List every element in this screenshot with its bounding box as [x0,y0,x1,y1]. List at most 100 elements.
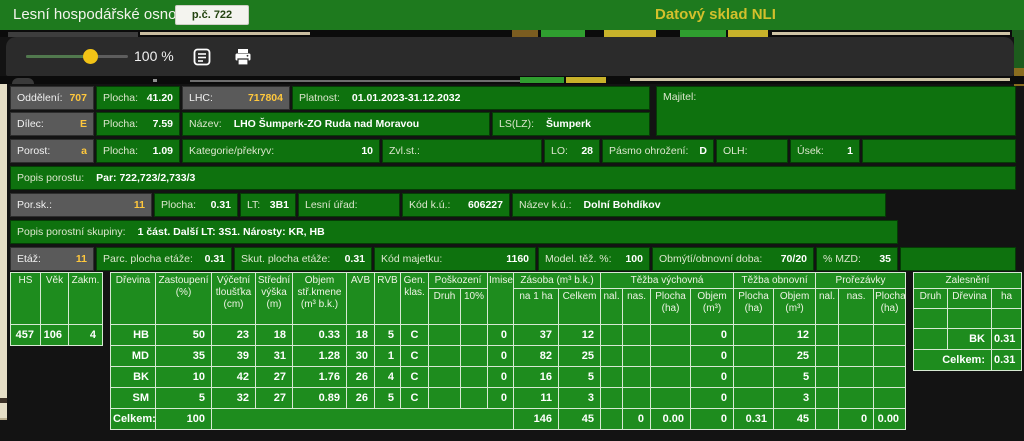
field-label: LHC: [189,92,213,104]
cell-empty [914,309,948,329]
cell [816,346,839,367]
field-label: Plocha: [103,118,138,130]
cell: 0 [488,325,514,346]
field-value: 35 [879,253,891,265]
field-value: 28 [581,145,593,157]
field-label: OLH: [723,145,748,157]
cell: 0.00 [651,409,691,430]
col-header-plocha: Plocha (ha) [734,289,774,325]
cell: 45 [559,409,601,430]
field-label: Obmýtí/obnovní doba: [659,253,762,265]
map-fragment [153,79,157,82]
map-fragment [772,32,1010,35]
cell [839,388,874,409]
field-lhc: LHC: 717804 [182,86,290,110]
plot-number-button[interactable]: p.č. 722 [175,5,249,25]
cell-empty [992,309,1022,329]
field-value: E [80,118,87,130]
zoom-slider-handle[interactable] [83,49,98,64]
map-fragment [0,398,7,403]
field-label: Kategorie/překryv: [189,145,274,157]
notes-button[interactable] [191,46,213,68]
field-label: Název: [189,118,222,130]
col-header-objem-m3: Objem (m³) [691,289,734,325]
group-header-tezba-vychovna: Těžba výchovná [601,273,734,289]
col-header-nal: nal. [816,289,839,325]
cell: 146 [514,409,559,430]
field-label: Plocha: [103,92,138,104]
field-value: 1160 [506,253,529,265]
field-label: LO: [551,145,568,157]
cell [816,409,839,430]
print-button[interactable] [232,46,254,68]
col-header-gen: Gen. klas. [401,273,429,325]
cell: 0 [691,367,734,388]
field-pasmo-ohrozeni: Pásmo ohrožení: D [602,139,714,163]
map-sliver-top [0,30,1024,37]
group-header-tezba-obnovni: Těžba obnovní [734,273,816,289]
col-header-na1ha: na 1 ha [514,289,559,325]
zoom-slider-fill [26,55,90,58]
col-header-nas: nas. [623,289,651,325]
cell [734,367,774,388]
field-nazev: Název: LHO Šumperk-ZO Ruda nad Moravou [182,112,490,136]
cell: 5 [559,367,601,388]
field-value: 7.59 [153,118,173,130]
map-fragment [12,78,34,84]
cell: 0 [691,325,734,346]
cell [874,388,906,409]
cell-hs: 457 [11,325,41,346]
field-model-tez: Model. těž. %: 100 [538,247,650,271]
field-parc-plocha-etaze: Parc. plocha etáže: 0.31 [96,247,232,271]
field-label: Model. těž. %: [545,253,612,265]
field-empty [900,247,1016,271]
app-header: Lesní hospodářské osnovy p.č. 722 Datový… [0,0,1024,30]
app-title: Datový sklad NLI [655,0,776,30]
cell: 4 [375,367,401,388]
col-header-zakm: Zakm. [69,273,103,325]
field-plocha-porsk: Plocha: 0.31 [154,193,238,217]
cell [651,346,691,367]
cell: 0 [691,346,734,367]
cell: 0.33 [293,325,347,346]
cell: 0.00 [874,409,906,430]
field-lo: LO: 28 [544,139,600,163]
cell: 0.31 [734,409,774,430]
map-strip-left [0,84,7,420]
cell: 32 [212,388,256,409]
cell [601,346,623,367]
zoom-level-label: 100 % [134,37,174,76]
cell: 5 [375,325,401,346]
field-value: 1 část. Další LT: 3S1. Nárosty: KR, HB [138,226,325,238]
col-header-vycetni: Výčetní tloušťka (cm) [212,273,256,325]
zalesneni-table: Zalesnění Druh Dřevina ha BK 0.31 Celkem… [913,272,1022,371]
col-header-hs: HS [11,273,41,325]
cell: 12 [774,325,816,346]
map-fragment [680,30,726,37]
field-label: Platnost: [299,92,340,104]
cell [623,325,651,346]
cell: 11 [514,388,559,409]
field-nazev-ku: Název k.ú.: Dolní Bohdíkov [512,193,886,217]
field-value: 01.01.2023-31.12.2032 [352,92,461,104]
cell [601,367,623,388]
col-header-nal: nal. [601,289,623,325]
cell: 0 [623,409,651,430]
cell: HB [111,325,156,346]
map-fragment [0,418,7,420]
cell: 27 [256,367,293,388]
field-label: Plocha: [103,145,138,157]
zoom-slider[interactable] [26,55,128,58]
field-value: 717804 [248,92,283,104]
group-header-zalesneni: Zalesnění [914,273,1022,289]
cell: 18 [347,325,375,346]
field-etaz: Etáž: 11 [10,247,94,271]
field-value: Dolní Bohdíkov [584,199,661,211]
cell-drevina: BK [948,329,992,350]
cell [816,367,839,388]
cell: 37 [514,325,559,346]
field-value: 0.31 [345,253,365,265]
cell-druh [914,329,948,350]
cell [734,388,774,409]
field-label: Por.sk.: [17,199,52,211]
